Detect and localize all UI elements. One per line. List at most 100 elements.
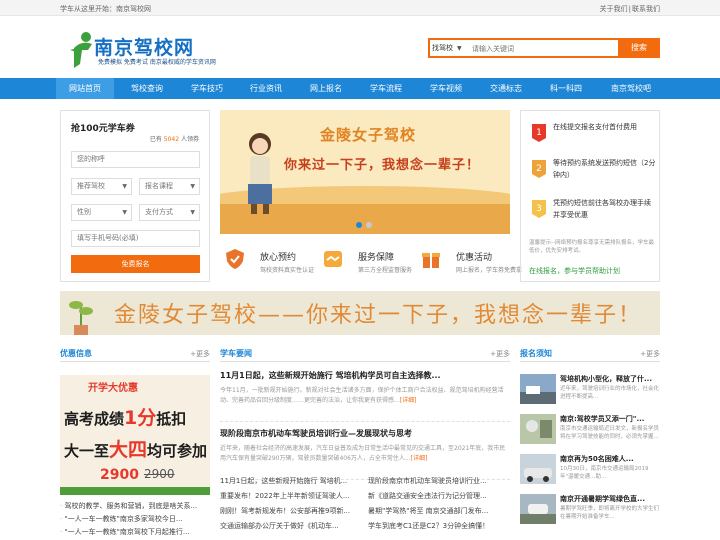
news-grid-item[interactable]: 学车到底考C1还是C2？3分钟全搞懂！ bbox=[368, 521, 510, 534]
chevron-down-icon: ▼ bbox=[122, 183, 127, 190]
payment-select[interactable]: 支付方式 ▼ bbox=[139, 204, 200, 221]
guide-title: 驾培机构小型化，释放了什... bbox=[560, 375, 652, 383]
svg-text:3: 3 bbox=[536, 204, 542, 214]
promo-headline: 开学大优惠 bbox=[88, 383, 138, 394]
section-title: 报名须知 bbox=[520, 349, 552, 358]
search-category-select[interactable]: 找驾校 ▼ bbox=[432, 43, 462, 53]
guide-item[interactable]: 驾培机构小型化，释放了什... 近年来，驾驶培训行业的市场化，社会化进程不断提高… bbox=[520, 372, 660, 412]
news-desc-text: 今年11月，一批新规开始施行。新规对社会生活诸多方面，保护个体工商户合法权益、规… bbox=[220, 387, 504, 404]
news-title[interactable]: 现阶段南京市机动车驾驶员培训行业—发展现状与思考 bbox=[220, 428, 510, 439]
list-item[interactable]: 驾校的教学、服务和营销，到底是啥关系... bbox=[60, 500, 210, 513]
signup-count: 已有 5042 人领券 bbox=[150, 134, 199, 143]
name-field[interactable]: 您的称呼 bbox=[71, 151, 200, 168]
phone-field[interactable]: 填写手机号码(必填) bbox=[71, 230, 200, 247]
guide-desc: 暑期学驾旺季，即将离开学校的大学生们在暑期开始准备学车... bbox=[560, 506, 660, 520]
news-desc: 今年11月，一批新规开始施行。新规对社会生活诸多方面，保护个体工商户合法权益、规… bbox=[220, 386, 510, 406]
guide-item[interactable]: 南京再为50名困难人... 10月30日，南京市交通运输局2019年"温暖交通…… bbox=[520, 452, 660, 492]
feature-row: 放心预约 驾校资料真实性认证 服务保障 第三方全程监督服务 优惠活动 网上报名，… bbox=[220, 240, 522, 280]
course-select[interactable]: 报名课程 ▼ bbox=[139, 178, 200, 195]
contact-link[interactable]: 联系我们 bbox=[632, 5, 660, 13]
news-grid-item[interactable]: 11月1日起，这些新规开始施行 驾培机... bbox=[220, 476, 362, 489]
nav-item-industry[interactable]: 行业资讯 bbox=[237, 78, 295, 99]
promo-poster[interactable]: 开学大优惠 高考成绩1分抵扣 大一至大四均可参加 2900 2900 bbox=[60, 375, 210, 495]
about-link[interactable]: 关于我们 bbox=[600, 5, 628, 13]
plant-decoration-icon bbox=[69, 301, 93, 335]
nav-item-process[interactable]: 学车流程 bbox=[357, 78, 415, 99]
signup-submit-button[interactable]: 免费报名 bbox=[71, 255, 200, 273]
count-suffix: 人领券 bbox=[180, 136, 199, 143]
guide-item[interactable]: 南京开通暑期学驾绿色直... 暑期学驾旺季，即将离开学校的大学生们在暑期开始准备… bbox=[520, 492, 660, 532]
news-item: 现阶段南京市机动车驾驶员培训行业—发展现状与思考 近年来，随着社会经济的高速发展… bbox=[220, 428, 510, 480]
search-category-label: 找驾校 bbox=[432, 44, 453, 52]
news-grid-item[interactable]: 暑期"学驾热"将至 南京交通部门发布... bbox=[368, 506, 510, 519]
step-number-icon: 2 bbox=[532, 160, 546, 178]
search-input[interactable] bbox=[472, 42, 612, 55]
nav-item-forum[interactable]: 南京驾校吧 bbox=[601, 78, 661, 99]
news-grid-item[interactable]: 刚刚！驾考新规发布！公安部再推9项新... bbox=[220, 506, 362, 519]
news-grid-item[interactable]: 新《道路交通安全违法行为记分管理... bbox=[368, 491, 510, 504]
gender-select[interactable]: 性别 ▼ bbox=[71, 204, 132, 221]
hero-banner[interactable]: 金陵女子驾校 你来过一下子，我想念一辈子！ bbox=[220, 110, 510, 234]
promo-old-price: 2900 bbox=[144, 467, 175, 481]
nav-item-signs[interactable]: 交通标志 bbox=[477, 78, 535, 99]
nav-item-home[interactable]: 网站首页 bbox=[56, 78, 114, 99]
news-grid-item[interactable]: 交通运输部办公厅关于做好《机动车... bbox=[220, 521, 362, 534]
step-text: 在线提交报名支付首付费用 bbox=[553, 123, 637, 131]
feature-desc: 第三方全程监督服务 bbox=[358, 267, 413, 274]
nav-item-video[interactable]: 学车视频 bbox=[417, 78, 475, 99]
school-select[interactable]: 推荐驾校 ▼ bbox=[71, 178, 132, 195]
nav-item-subject[interactable]: 科一科四 bbox=[537, 78, 595, 99]
guide-thumbnail bbox=[520, 414, 556, 444]
news-grid-item[interactable]: 现阶段南京市机动车驾驶员培训行业... bbox=[368, 476, 510, 489]
guide-title: 南京开通暑期学驾绿色直... bbox=[560, 495, 645, 503]
promo-line-2: 高考成绩1分抵扣 bbox=[64, 403, 186, 430]
school-select-label: 推荐驾校 bbox=[77, 182, 105, 190]
svg-text:2: 2 bbox=[536, 164, 542, 174]
carousel-dot[interactable] bbox=[356, 222, 362, 228]
payment-select-label: 支付方式 bbox=[145, 208, 173, 216]
list-item[interactable]: "一人一车一教练"南京驾校下月起推行... bbox=[60, 526, 210, 539]
logo-text: 南京驾校网 bbox=[94, 37, 195, 59]
guide-section-header: 报名须知 +更多 bbox=[520, 348, 660, 362]
promo-ribbon[interactable]: 金陵女子驾校——你来过一下子，我想念一辈子！ bbox=[60, 291, 660, 335]
guide-thumbnail bbox=[520, 454, 556, 484]
step-number-icon: 1 bbox=[532, 124, 546, 142]
site-logo[interactable]: 南京驾校网 免费模拟 免费考试 南京最权威的学车资讯网 bbox=[68, 30, 228, 72]
carousel-dots bbox=[354, 221, 374, 230]
news-title[interactable]: 11月1日起，这些新规开始施行 驾培机构学员可自主选择教... bbox=[220, 370, 510, 381]
guide-desc: 南京市交通运输局近日发文，新报名学员将在学习驾驶技能的同时，必须先掌握... bbox=[560, 426, 660, 440]
more-link[interactable]: +更多 bbox=[490, 349, 510, 359]
promo-highlight: 1分 bbox=[124, 407, 157, 429]
nav-item-signup[interactable]: 网上报名 bbox=[297, 78, 355, 99]
feature-title: 服务保障 bbox=[358, 253, 395, 263]
guide-desc: 10月30日，南京市交通运输局2019年"温暖交通…助… bbox=[560, 466, 649, 480]
search-button[interactable]: 搜索 bbox=[618, 38, 660, 58]
guide-thumbnail bbox=[520, 374, 556, 404]
list-item[interactable]: "一人一车一教练"南京多家驾校今日... bbox=[60, 513, 210, 526]
more-link[interactable]: +更多 bbox=[640, 349, 660, 359]
online-signup-link[interactable]: 在线报名，参与学员帮助计划 bbox=[529, 266, 620, 276]
promo-highlight: 大四 bbox=[109, 439, 148, 461]
course-select-label: 报名课程 bbox=[145, 182, 173, 190]
chevron-down-icon: ▼ bbox=[457, 45, 462, 52]
nav-item-school-search[interactable]: 驾校查询 bbox=[118, 78, 176, 99]
promo-text: 高考成绩 bbox=[64, 410, 125, 428]
shield-icon bbox=[226, 249, 244, 269]
promo-price: 2900 bbox=[100, 467, 139, 483]
guide-item[interactable]: 南京:驾校学员又添一门"... 南京市交通运输局近日发文，新报名学员将在学习驾驶… bbox=[520, 412, 660, 452]
promo-text: 均可参加 bbox=[147, 442, 208, 460]
feature-secure: 放心预约 驾校资料真实性认证 bbox=[220, 240, 316, 280]
signup-title: 抢100元学车券 bbox=[71, 124, 135, 134]
carousel-dot[interactable] bbox=[366, 222, 372, 228]
news-desc: 近年来，随着社会经济的高速发展，汽车日益普及成为日常生活中最常见的交通工具，至2… bbox=[220, 444, 510, 464]
detail-link[interactable]: [详细] bbox=[411, 455, 428, 462]
feature-service: 服务保障 第三方全程监督服务 bbox=[318, 240, 414, 280]
news-grid-item[interactable]: 重要发布！2022年上半年新领证驾驶人... bbox=[220, 491, 362, 504]
more-link[interactable]: +更多 bbox=[190, 349, 210, 359]
feature-desc: 驾校资料真实性认证 bbox=[260, 267, 315, 274]
detail-link[interactable]: [详细] bbox=[400, 397, 417, 404]
nav-item-tips[interactable]: 学车技巧 bbox=[178, 78, 236, 99]
top-link-separator: | bbox=[628, 5, 631, 13]
chevron-down-icon: ▼ bbox=[190, 209, 195, 216]
banner-title: 金陵女子驾校 bbox=[320, 126, 417, 144]
